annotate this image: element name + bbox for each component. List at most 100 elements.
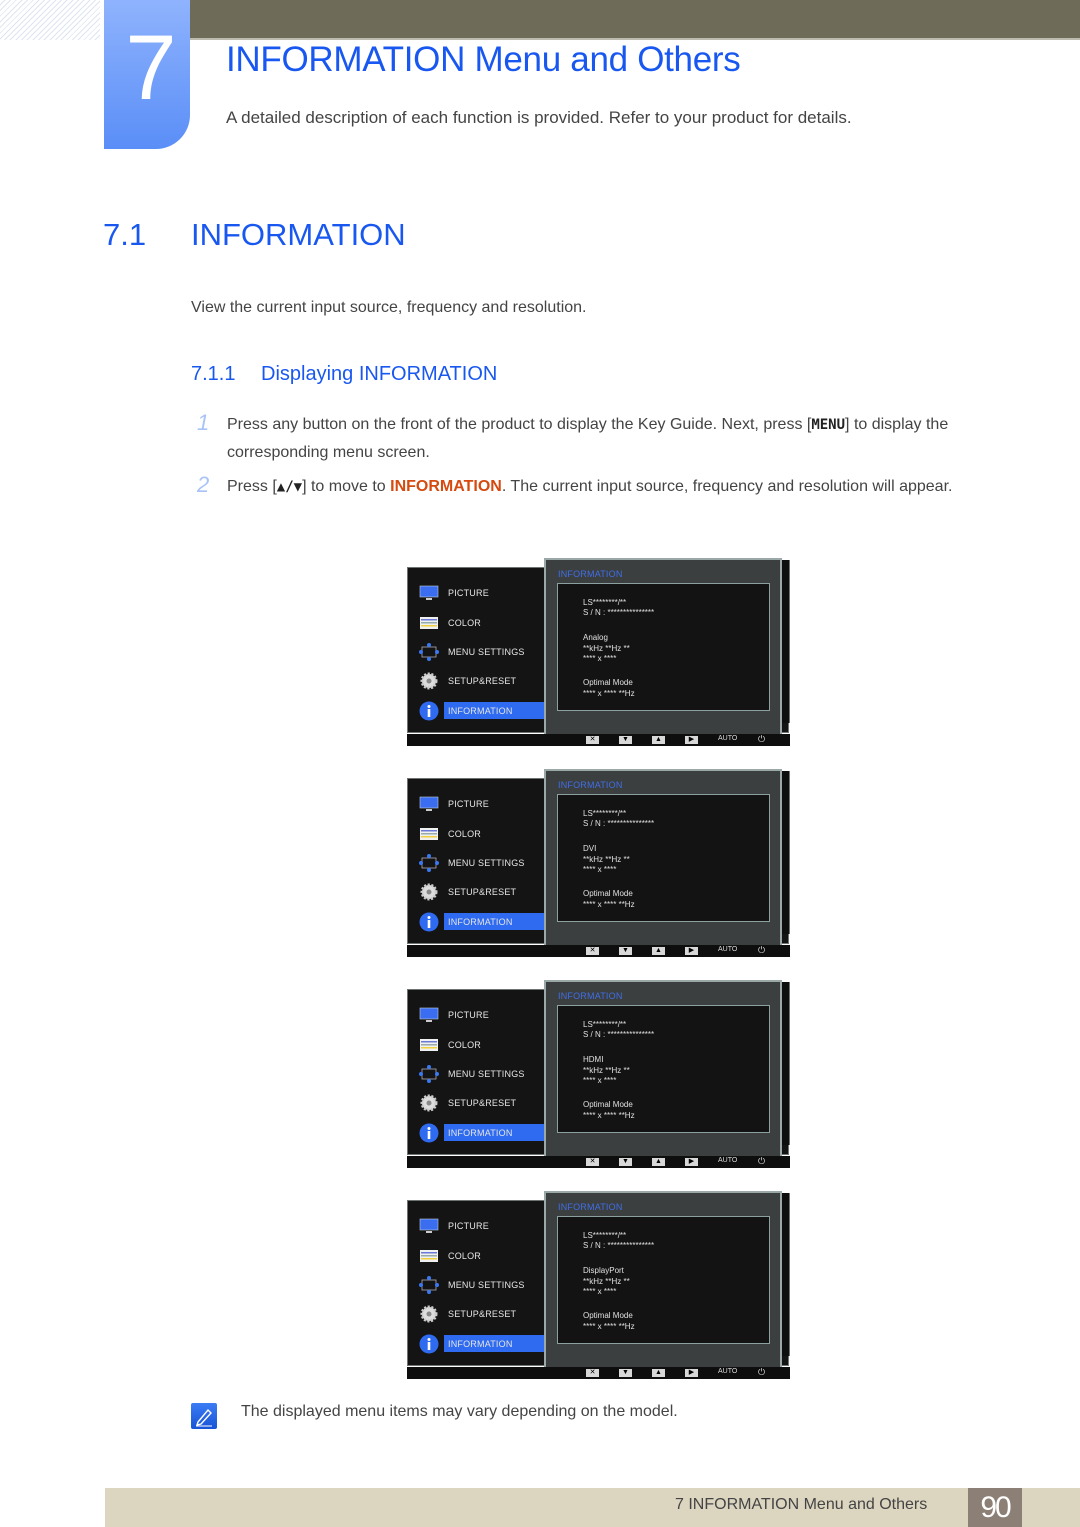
- osd-menu-item-menu-settings[interactable]: MENU SETTINGS: [418, 853, 558, 873]
- osd-panel-title: INFORMATION: [558, 1202, 623, 1212]
- monitor-icon: [419, 1218, 439, 1233]
- osd-menu-item-picture[interactable]: PICTURE: [418, 794, 558, 814]
- menu-settings-icon: [419, 1065, 439, 1083]
- osd-menu-item-color[interactable]: COLOR: [418, 1035, 558, 1055]
- enter-key-icon[interactable]: ▶: [685, 947, 698, 955]
- down-key-icon[interactable]: ▼: [619, 1158, 632, 1166]
- step-number: 1: [197, 410, 210, 435]
- osd-menu-item-information[interactable]: INFORMATION: [418, 701, 558, 721]
- up-key-icon[interactable]: ▲: [652, 1158, 665, 1166]
- power-icon[interactable]: ⏻: [758, 1367, 765, 1378]
- down-key-icon[interactable]: ▼: [619, 1369, 632, 1377]
- osd-panel-title: INFORMATION: [558, 991, 623, 1001]
- frequency: **kHz **Hz **: [583, 1066, 630, 1075]
- frequency: **kHz **Hz **: [583, 644, 630, 653]
- osd-menu-item-setup-reset[interactable]: SETUP&RESET: [418, 1093, 558, 1113]
- osd-menu-label: INFORMATION: [448, 1339, 513, 1349]
- section-description: View the current input source, frequency…: [191, 299, 587, 316]
- note-pencil-icon: [191, 1403, 217, 1429]
- auto-key[interactable]: AUTO: [718, 946, 737, 953]
- osd-menu-item-setup-reset[interactable]: SETUP&RESET: [418, 671, 558, 691]
- model-code: LS********/**: [583, 598, 627, 607]
- menu-settings-icon: [419, 643, 439, 661]
- osd-menu-item-information[interactable]: INFORMATION: [418, 1334, 558, 1354]
- step-number: 2: [197, 472, 210, 497]
- monitor-icon: [419, 585, 439, 600]
- osd-menu-item-menu-settings[interactable]: MENU SETTINGS: [418, 1275, 558, 1295]
- footer-bar: [105, 1488, 1080, 1527]
- power-icon[interactable]: ⏻: [758, 1156, 765, 1167]
- osd-menu-item-information[interactable]: INFORMATION: [418, 1123, 558, 1143]
- osd-info-box: LS********/** S / N : *************** Di…: [557, 1216, 770, 1344]
- key-guide-bar: ✕ ▼ ▲ ▶ AUTO ⏻: [407, 945, 790, 957]
- info-icon: [419, 912, 439, 932]
- osd-panel-title: INFORMATION: [558, 780, 623, 790]
- osd-menu-label: INFORMATION: [448, 917, 513, 927]
- menu-settings-icon: [419, 1276, 439, 1294]
- osd-menu-label: COLOR: [448, 1040, 482, 1050]
- osd-menu-item-setup-reset[interactable]: SETUP&RESET: [418, 1304, 558, 1324]
- osd-menu-item-information[interactable]: INFORMATION: [418, 912, 558, 932]
- serial-number: S / N : ***************: [583, 1030, 655, 1039]
- info-icon: [419, 701, 439, 721]
- osd-menu-item-picture[interactable]: PICTURE: [418, 1005, 558, 1025]
- osd-menu-item-color[interactable]: COLOR: [418, 824, 558, 844]
- up-key-icon[interactable]: ▲: [652, 736, 665, 744]
- osd-menu-label: COLOR: [448, 618, 482, 628]
- osd-menu-label: SETUP&RESET: [448, 676, 517, 686]
- close-key-icon[interactable]: ✕: [586, 1158, 599, 1166]
- input-source: DVI: [583, 844, 597, 853]
- power-icon[interactable]: ⏻: [758, 945, 765, 956]
- osd-menu-label: MENU SETTINGS: [448, 858, 525, 868]
- osd-menu-label: COLOR: [448, 1251, 482, 1261]
- optimal-mode-value: **** x **** **Hz: [583, 1322, 635, 1331]
- frequency: **kHz **Hz **: [583, 1277, 630, 1286]
- auto-key[interactable]: AUTO: [718, 1368, 737, 1375]
- osd-menu-label: SETUP&RESET: [448, 1309, 517, 1319]
- enter-key-icon[interactable]: ▶: [685, 1369, 698, 1377]
- up-key-icon[interactable]: ▲: [652, 947, 665, 955]
- osd-menu-item-setup-reset[interactable]: SETUP&RESET: [418, 882, 558, 902]
- close-key-icon[interactable]: ✕: [586, 947, 599, 955]
- input-source: HDMI: [583, 1055, 604, 1064]
- osd-panel-title: INFORMATION: [558, 569, 623, 579]
- info-icon: [419, 1123, 439, 1143]
- enter-key-icon[interactable]: ▶: [685, 1158, 698, 1166]
- osd-information-panel: INFORMATION LS********/** S / N : ******…: [544, 1191, 782, 1370]
- up-key-icon[interactable]: ▲: [652, 1369, 665, 1377]
- osd-menu-label: SETUP&RESET: [448, 887, 517, 897]
- auto-key[interactable]: AUTO: [718, 1157, 737, 1164]
- footer-chapter-label: 7 INFORMATION Menu and Others: [675, 1496, 928, 1513]
- auto-key[interactable]: AUTO: [718, 735, 737, 742]
- osd-panel-shadow: [782, 982, 790, 1145]
- osd-menu-label: MENU SETTINGS: [448, 1069, 525, 1079]
- osd-menu-item-color[interactable]: COLOR: [418, 1246, 558, 1266]
- enter-key-icon[interactable]: ▶: [685, 736, 698, 744]
- resolution: **** x ****: [583, 1287, 617, 1296]
- down-key-icon[interactable]: ▼: [619, 947, 632, 955]
- input-source: DisplayPort: [583, 1266, 624, 1275]
- osd-menu-item-color[interactable]: COLOR: [418, 613, 558, 633]
- chapter-title: INFORMATION Menu and Others: [226, 40, 741, 79]
- osd-information-panel: INFORMATION LS********/** S / N : ******…: [544, 769, 782, 948]
- osd-menu-item-menu-settings[interactable]: MENU SETTINGS: [418, 1064, 558, 1084]
- gear-icon: [420, 1305, 438, 1323]
- subsection-title: Displaying INFORMATION: [261, 363, 498, 385]
- optimal-mode-label: Optimal Mode: [583, 1311, 633, 1320]
- osd-screenshot-dvi: PICTURE COLOR MENU SETTINGS SETUP&RESET …: [407, 769, 791, 957]
- power-icon[interactable]: ⏻: [758, 734, 765, 745]
- optimal-mode-label: Optimal Mode: [583, 889, 633, 898]
- osd-menu-item-menu-settings[interactable]: MENU SETTINGS: [418, 642, 558, 662]
- monitor-icon: [419, 1007, 439, 1022]
- frequency: **kHz **Hz **: [583, 855, 630, 864]
- key-guide-bar: ✕ ▼ ▲ ▶ AUTO ⏻: [407, 734, 790, 746]
- color-bars-icon: [420, 828, 438, 840]
- osd-menu-item-picture[interactable]: PICTURE: [418, 1216, 558, 1236]
- optimal-mode-value: **** x **** **Hz: [583, 1111, 635, 1120]
- information-highlight: INFORMATION: [390, 478, 502, 495]
- close-key-icon[interactable]: ✕: [586, 1369, 599, 1377]
- osd-menu-item-picture[interactable]: PICTURE: [418, 583, 558, 603]
- osd-screenshot-analog: PICTURE COLOR MENU SETTINGS SETUP&RESET …: [407, 558, 791, 746]
- down-key-icon[interactable]: ▼: [619, 736, 632, 744]
- close-key-icon[interactable]: ✕: [586, 736, 599, 744]
